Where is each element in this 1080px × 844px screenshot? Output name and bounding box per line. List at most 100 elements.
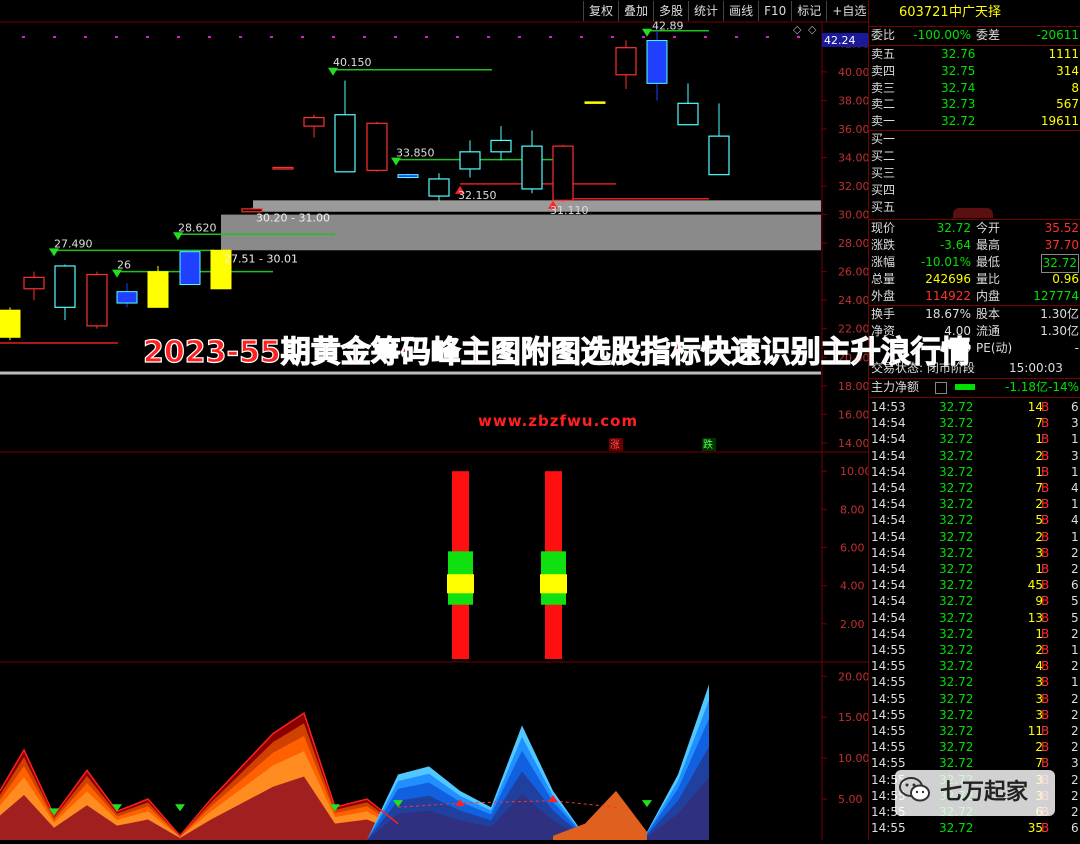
candle-body (490, 139, 512, 153)
tick-count: 1 (1071, 675, 1079, 690)
trade-time: 15:00:03 (1009, 361, 1063, 375)
bid-label: 买二 (871, 149, 896, 163)
signal-dot (425, 36, 428, 38)
chart-area[interactable]: ◇◇42.0040.0038.0036.0034.0032.0030.0028.… (0, 0, 872, 840)
tick-side: B (1041, 481, 1050, 495)
price-tick-label: 34.00 (838, 152, 868, 165)
ask-price: 32.76 (941, 47, 976, 61)
tick-side: B (1041, 821, 1050, 836)
candle-body (459, 151, 481, 170)
tick-count: 6 (1071, 578, 1079, 593)
bid-label: 买三 (871, 166, 896, 180)
signal-dot (611, 36, 614, 38)
tick-row: 14:54 32.72 1 B 2 (869, 561, 1080, 577)
quote-label: 今开 (976, 221, 1001, 235)
ask-price: 32.74 (941, 80, 976, 95)
tick-count: 1 (1071, 497, 1079, 512)
toolbar-button[interactable]: 画线 (723, 1, 758, 21)
price-tick-label: 36.00 (838, 123, 868, 136)
tick-count: 1 (1071, 464, 1079, 479)
tick-count: 5 (1071, 610, 1079, 625)
price-tick-label: 30.00 (838, 209, 868, 222)
ask-row: 卖四 32.75 314 (869, 63, 1080, 80)
collapse-handle[interactable] (953, 208, 993, 218)
level-label: 31.110 (550, 204, 589, 217)
tick-side: B (1041, 675, 1050, 690)
tick-side: B (1041, 756, 1050, 771)
chart-toolbar: 复权叠加多股统计画线F10标记+自选返回 (583, 1, 906, 21)
turnover-label: 流通 (976, 324, 1001, 338)
signal-dot (735, 36, 738, 38)
tick-side: B (1041, 724, 1050, 738)
tick-side: B (1041, 562, 1050, 576)
candle-body (0, 309, 21, 338)
toolbar-button[interactable]: +自选 (826, 1, 871, 21)
tick-count: 4 (1071, 481, 1079, 495)
order-diff-label: 委差 (976, 28, 1001, 42)
tick-side: B (1041, 740, 1050, 755)
main-flow-value: -1.18亿 (1005, 380, 1049, 394)
level-label: 32.150 (458, 189, 497, 202)
tick-count: 2 (1071, 545, 1079, 560)
toolbar-button[interactable]: 标记 (791, 1, 826, 21)
tick-row: 14:55 32.72 2 B 1 (869, 642, 1080, 658)
tick-side: B (1041, 545, 1050, 560)
quote-label: 最高 (976, 238, 1001, 252)
tick-count: 3 (1071, 448, 1079, 463)
tick-row: 14:54 32.72 1 B 1 (869, 464, 1080, 480)
quote-label: 涨跌 (871, 238, 896, 252)
toolbar-button[interactable]: 复权 (583, 1, 618, 21)
tick-side: B (1041, 497, 1050, 512)
bid-row: 买二 (869, 148, 1080, 165)
price-tick-label: 16.00 (838, 408, 868, 421)
flow-box-icon (935, 382, 947, 394)
tick-count: 2 (1071, 788, 1079, 803)
tick-time: 14:55 (871, 643, 906, 657)
toolbar-button[interactable]: F10 (758, 1, 791, 21)
tick-row: 14:55 32.72 4 B 2 (869, 658, 1080, 674)
signal-dot (115, 36, 118, 38)
level-label: 26 (117, 259, 131, 272)
quote-value: 242696 (925, 272, 971, 286)
tick-price: 32.72 (939, 821, 974, 836)
tick-time: 14:55 (871, 659, 906, 674)
tick-time: 14:54 (871, 594, 906, 609)
buy-signal-marker (642, 28, 652, 37)
tick-price: 32.72 (939, 626, 974, 641)
tick-row: 14:55 32.72 3 B 1 (869, 674, 1080, 690)
tick-count: 1 (1071, 529, 1079, 544)
candle-body (116, 291, 138, 304)
ask-price: 32.75 (941, 63, 976, 78)
quote-row: 外盘 114922 内盘 127774 (869, 288, 1080, 305)
buy-signal-marker (175, 804, 185, 812)
toolbar-button[interactable]: 叠加 (618, 1, 653, 21)
current-price-tag-label: 42.24 (824, 34, 856, 47)
toolbar-button[interactable]: 多股 (653, 1, 688, 21)
tick-count: 2 (1071, 772, 1079, 787)
tick-side: B (1041, 594, 1050, 609)
quote-value: 114922 (925, 289, 971, 303)
tick-price: 32.72 (939, 675, 974, 690)
price-tick-label: 40.00 (838, 66, 868, 79)
tick-count: 4 (1071, 513, 1079, 528)
toolbar-button[interactable]: 统计 (688, 1, 723, 21)
tick-row: 14:55 32.72 2 B 2 (869, 739, 1080, 755)
tick-side: B (1041, 400, 1050, 414)
tick-row: 14:55 32.72 35 B 6 (869, 820, 1080, 836)
ask-volume: 1111 (1048, 47, 1079, 61)
wechat-icon (899, 777, 930, 802)
kline-chart[interactable]: ◇◇42.0040.0038.0036.0034.0032.0030.0028.… (0, 0, 872, 840)
sub2-tick-label: 5.00 (838, 793, 863, 806)
tick-count: 6 (1071, 400, 1079, 414)
tick-count: 3 (1071, 416, 1079, 431)
ask-price: 32.73 (941, 97, 976, 112)
tick-time: 14:54 (871, 562, 906, 576)
signal-dot (332, 36, 335, 38)
tick-count: 5 (1071, 594, 1079, 609)
flow-bar (955, 384, 975, 390)
price-tick-label: 24.00 (838, 294, 868, 307)
tick-time: 14:53 (871, 400, 906, 414)
ask-row: 卖五 32.76 1111 (869, 46, 1080, 63)
tick-side: B (1041, 691, 1050, 706)
signal-dot (766, 36, 769, 38)
